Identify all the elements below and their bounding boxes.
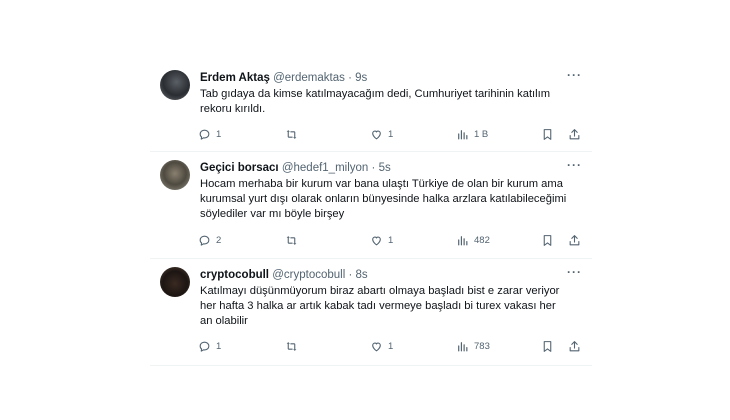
avatar[interactable] [160, 160, 190, 190]
reply-button[interactable]: 2 [198, 232, 221, 248]
bookmark-button[interactable] [541, 232, 554, 248]
like-icon [372, 130, 381, 139]
bookmark-button[interactable] [541, 126, 554, 142]
share-button[interactable] [568, 232, 581, 248]
display-name[interactable]: cryptocobull [200, 269, 269, 281]
bookmark-icon [543, 340, 552, 352]
reply-icon [199, 341, 210, 352]
bookmark-button[interactable] [541, 338, 554, 354]
action-bar: 1 1 1 B [198, 126, 580, 142]
separator-dot: · [371, 162, 376, 174]
views-count: 1 B [474, 128, 489, 140]
views-button[interactable]: 1 B [456, 126, 488, 142]
avatar[interactable] [160, 267, 190, 297]
retweet-button[interactable] [285, 338, 298, 354]
user-handle[interactable]: @cryptocobull [272, 269, 345, 281]
tweet-text: Tab gıdaya da kimse katılmayacağım dedi,… [200, 88, 551, 115]
tweet[interactable]: cryptocobull @cryptocobull · 8s ··· Katı… [150, 259, 592, 366]
display-name[interactable]: Geçici borsacı [200, 162, 279, 174]
more-options-icon[interactable]: ··· [567, 158, 582, 172]
like-count: 1 [388, 234, 394, 246]
user-handle[interactable]: @erdemaktas [273, 72, 345, 84]
bookmark-icon [543, 128, 552, 140]
retweet-button[interactable] [285, 232, 298, 248]
timestamp[interactable]: 9s [355, 72, 367, 84]
share-icon [569, 234, 580, 245]
timestamp[interactable]: 5s [379, 162, 391, 174]
reply-icon [199, 129, 210, 140]
like-count: 1 [388, 340, 394, 352]
tweet-header: Geçici borsacı @hedef1_milyon · 5s [200, 161, 391, 175]
views-button[interactable]: 482 [456, 232, 490, 248]
tweet-header: cryptocobull @cryptocobull · 8s [200, 268, 368, 282]
views-icon [458, 341, 468, 351]
like-icon [372, 342, 381, 351]
reply-count: 1 [216, 340, 222, 352]
reply-count: 1 [216, 128, 222, 140]
views-button[interactable]: 783 [456, 338, 490, 354]
avatar[interactable] [160, 70, 190, 100]
tweet[interactable]: Geçici borsacı @hedef1_milyon · 5s ··· H… [150, 152, 592, 259]
like-button[interactable]: 1 [370, 232, 393, 248]
tweet-header: Erdem Aktaş @erdemaktas · 9s [200, 71, 367, 85]
display-name[interactable]: Erdem Aktaş [200, 72, 270, 84]
share-button[interactable] [568, 338, 581, 354]
like-count: 1 [388, 128, 394, 140]
action-bar: 2 1 482 [198, 232, 580, 248]
reply-button[interactable]: 1 [198, 338, 221, 354]
more-options-icon[interactable]: ··· [567, 68, 582, 82]
tweet-feed: Erdem Aktaş @erdemaktas · 9s ··· Tab gıd… [150, 62, 592, 366]
action-bar: 1 1 783 [198, 338, 580, 354]
more-options-icon[interactable]: ··· [567, 265, 582, 279]
reply-button[interactable]: 1 [198, 126, 221, 142]
tweet-text: Katılmayı düşünmüyorum biraz abartı olma… [200, 285, 560, 327]
tweet[interactable]: Erdem Aktaş @erdemaktas · 9s ··· Tab gıd… [150, 62, 592, 152]
reply-count: 2 [216, 234, 222, 246]
share-button[interactable] [568, 126, 581, 142]
like-icon [372, 236, 381, 245]
separator-dot: · [348, 269, 353, 281]
like-button[interactable]: 1 [370, 338, 393, 354]
views-icon [458, 129, 468, 139]
like-button[interactable]: 1 [370, 126, 393, 142]
retweet-icon [286, 235, 297, 245]
timestamp[interactable]: 8s [356, 269, 368, 281]
user-handle[interactable]: @hedef1_milyon [282, 162, 368, 174]
views-count: 783 [474, 340, 490, 352]
reply-icon [199, 235, 210, 246]
retweet-icon [286, 341, 297, 351]
retweet-icon [286, 129, 297, 139]
views-count: 482 [474, 234, 490, 246]
bookmark-icon [543, 234, 552, 246]
share-icon [569, 128, 580, 139]
retweet-button[interactable] [285, 126, 298, 142]
separator-dot: · [348, 72, 352, 84]
views-icon [458, 235, 468, 245]
share-icon [569, 340, 580, 351]
tweet-text: Hocam merhaba bir kurum var bana ulaştı … [200, 178, 567, 220]
